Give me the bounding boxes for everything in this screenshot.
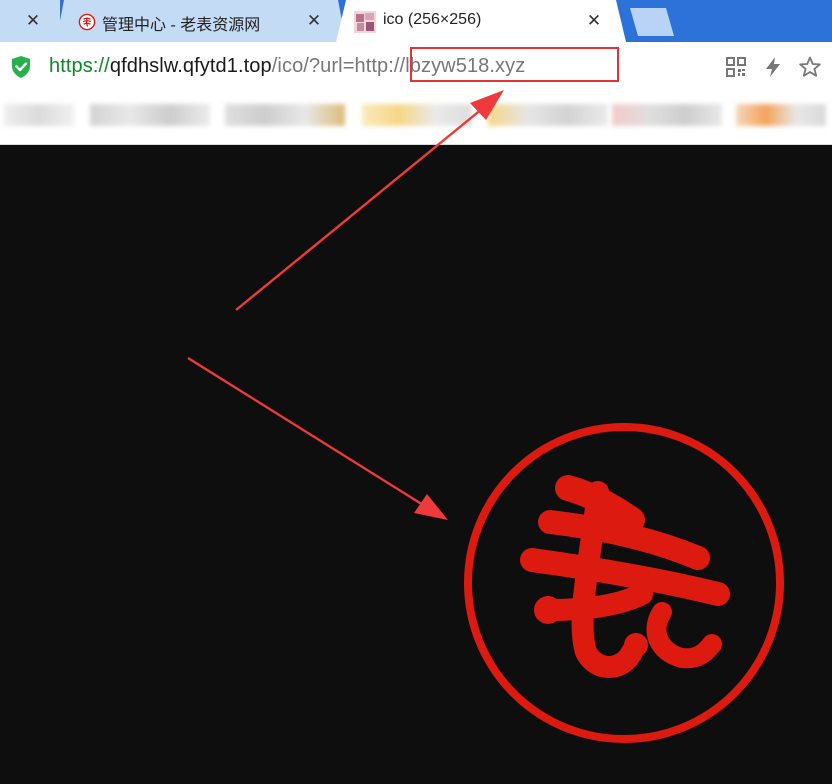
arrow-to-logo [187,356,448,520]
site-logo-icon [464,423,784,743]
arrow-to-url [235,90,504,311]
annotation-overlay [187,90,784,743]
